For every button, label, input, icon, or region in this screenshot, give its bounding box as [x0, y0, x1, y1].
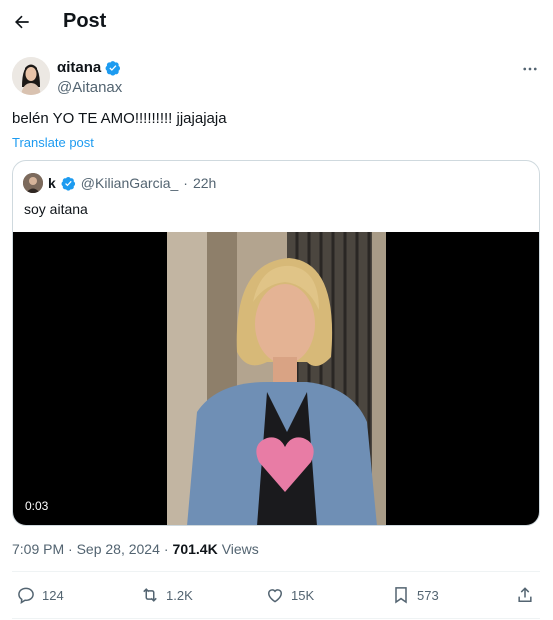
share-button[interactable] — [515, 585, 535, 605]
meta-separator: · — [163, 541, 169, 557]
more-options-button[interactable] — [518, 59, 542, 79]
quoted-author-handle: @KilianGarcia_ — [80, 175, 179, 191]
top-bar: Post — [0, 0, 553, 46]
quoted-author-name: k — [48, 175, 56, 191]
like-button[interactable]: 15K — [265, 585, 314, 605]
verified-badge-icon — [105, 60, 121, 76]
author-handle[interactable]: @Aitanax — [57, 79, 122, 96]
post-meta: 7:09 PM · Sep 28, 2024 · 701.4K Views — [12, 541, 259, 557]
post-timestamp[interactable]: 7:09 PM · Sep 28, 2024 — [12, 541, 160, 557]
heart-icon — [267, 589, 283, 603]
quoted-time: 22h — [192, 175, 217, 191]
bookmark-button[interactable]: 573 — [391, 585, 439, 605]
divider — [12, 571, 540, 572]
reply-button[interactable]: 124 — [16, 585, 64, 605]
page-title: Post — [63, 10, 107, 32]
reply-icon — [18, 587, 34, 604]
quoted-separator: · — [183, 175, 188, 191]
views-count: 701.4K — [172, 541, 218, 557]
video-player[interactable]: 0:03 — [13, 232, 539, 525]
quoted-post-text: soy aitana — [24, 201, 88, 217]
divider — [12, 618, 540, 619]
quoted-avatar — [23, 173, 43, 193]
avatar[interactable] — [12, 57, 50, 95]
post-author: αitana @Aitanax — [12, 57, 542, 99]
bookmark-icon — [395, 587, 407, 604]
share-icon — [518, 587, 532, 602]
arrow-left-icon — [15, 15, 29, 29]
quoted-post[interactable]: k @KilianGarcia_ · 22h soy aitana 0:03 — [12, 160, 540, 526]
reply-count: 124 — [42, 587, 64, 603]
translate-post-link[interactable]: Translate post — [12, 135, 94, 150]
verified-badge-icon — [61, 176, 75, 191]
quoted-post-header: k @KilianGarcia_ · 22h — [23, 173, 216, 193]
video-thumbnail — [167, 232, 386, 525]
repost-icon — [143, 588, 157, 602]
author-name[interactable]: αitana — [57, 59, 101, 76]
like-count: 15K — [291, 587, 315, 603]
views-label: Views — [221, 541, 259, 557]
back-button[interactable] — [8, 8, 36, 36]
video-duration: 0:03 — [21, 498, 53, 514]
more-icon — [523, 67, 537, 71]
bookmark-count: 573 — [417, 587, 439, 603]
repost-count: 1.2K — [166, 587, 193, 603]
action-bar: 124 1.2K 15K 573 — [0, 585, 553, 609]
post-text: belén YO TE AMO!!!!!!!!! jjajajaja — [12, 110, 227, 127]
repost-button[interactable]: 1.2K — [140, 585, 193, 605]
